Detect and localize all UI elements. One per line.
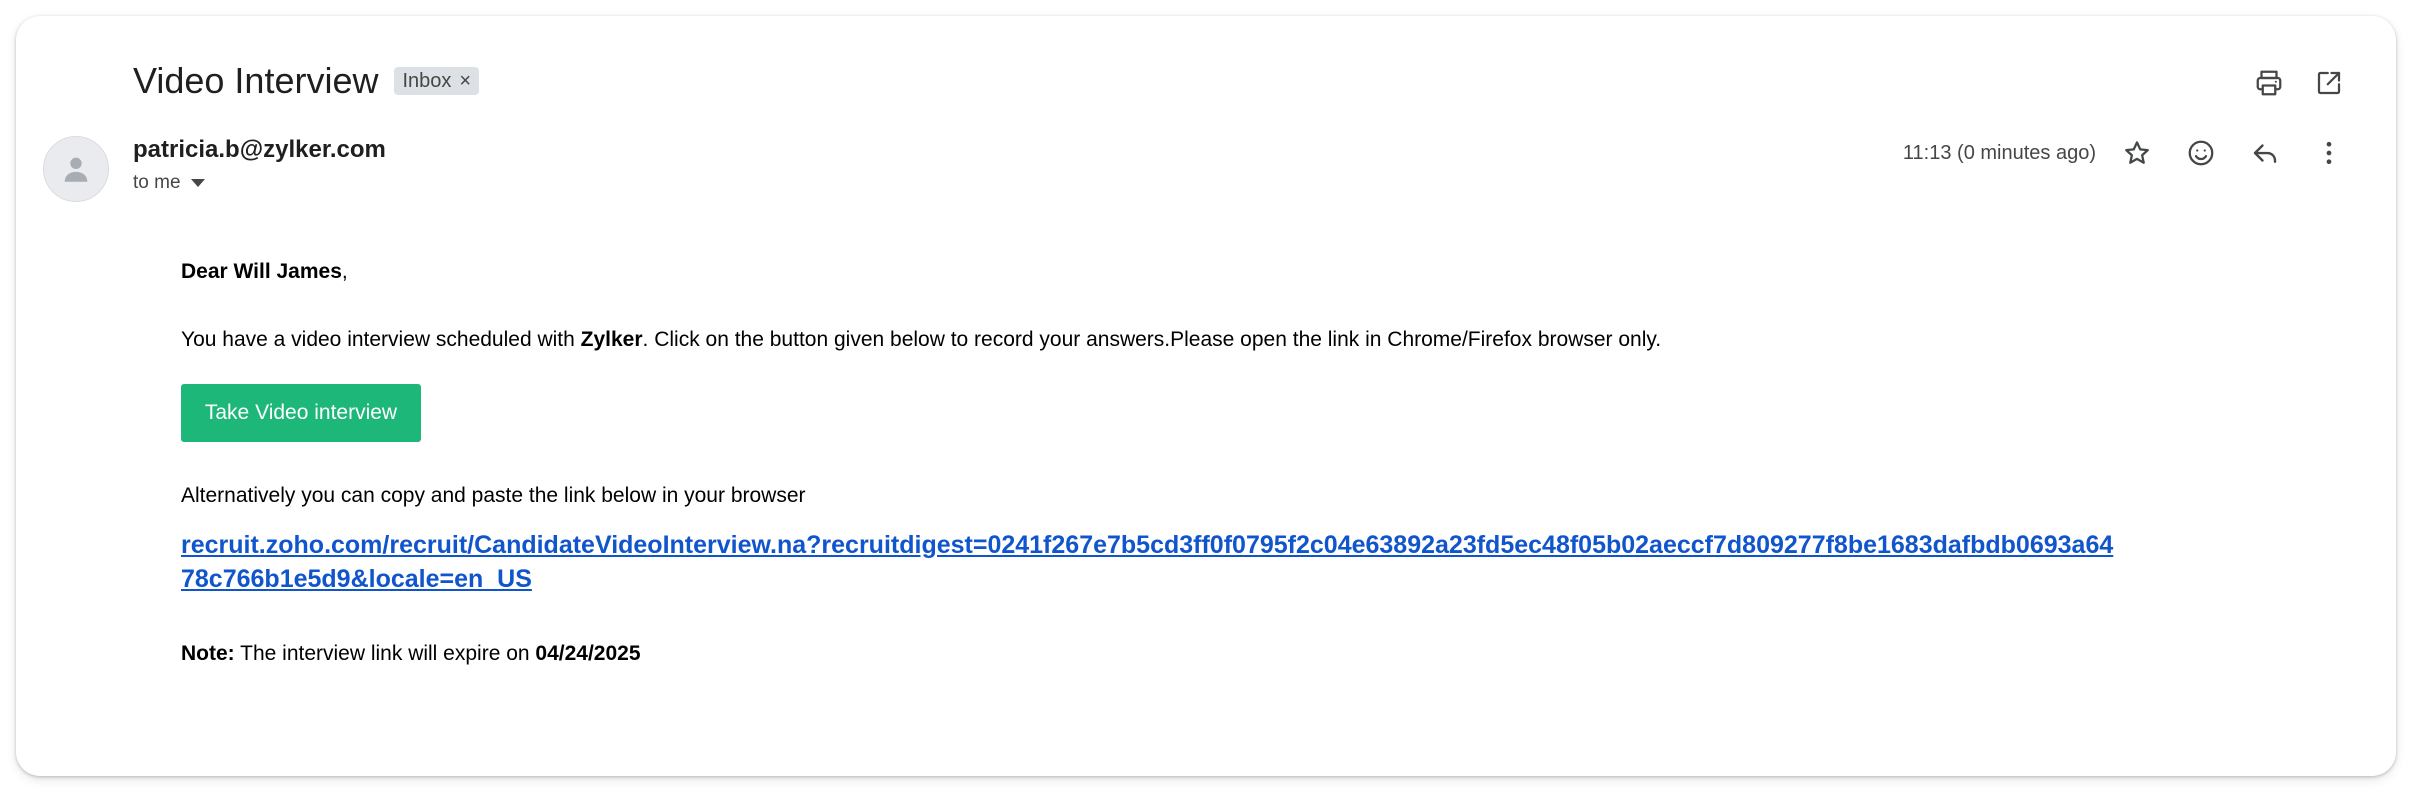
more-vert-icon[interactable] (2310, 134, 2348, 172)
message-meta: 11:13 (0 minutes ago) (1903, 134, 2348, 172)
message-actions (2118, 134, 2348, 172)
message-body: Dear Will James, You have a video interv… (181, 260, 2181, 666)
star-icon[interactable] (2118, 134, 2156, 172)
label-chip-text: Inbox (402, 69, 452, 92)
subject-row: Video Interview Inbox × (133, 60, 480, 102)
intro-prefix: You have a video interview scheduled wit… (181, 328, 581, 351)
person-icon (64, 157, 88, 182)
alternative-instructions: Alternatively you can copy and paste the… (181, 484, 806, 507)
emoji-react-icon[interactable] (2182, 134, 2220, 172)
print-icon[interactable] (2250, 64, 2288, 102)
expiry-date: 04/24/2025 (535, 642, 641, 665)
interview-link[interactable]: recruit.zoho.com/recruit/CandidateVideoI… (181, 528, 2121, 596)
reply-icon[interactable] (2246, 134, 2284, 172)
message-time: 11:13 (0 minutes ago) (1902, 141, 2096, 164)
inbox-label-chip[interactable]: Inbox × (394, 67, 480, 95)
chevron-down-icon[interactable] (190, 179, 205, 187)
sender-avatar[interactable] (43, 136, 109, 202)
intro-paragraph: You have a video interview scheduled wit… (181, 328, 2181, 352)
note-label: Note: (181, 642, 235, 665)
intro-suffix: . Click on the button given below to rec… (642, 328, 1662, 351)
open-in-new-window-icon[interactable] (2310, 64, 2348, 102)
take-video-interview-button[interactable]: Take Video interview (181, 384, 421, 442)
note-text: The interview link will expire on (234, 642, 536, 665)
recipients-text: to me (133, 172, 181, 193)
greeting-prefix: Dear (181, 260, 234, 283)
top-actions (2250, 64, 2348, 102)
recipient-name: Will James (233, 260, 342, 283)
expiry-note: Note: The interview link will expire on … (181, 642, 2181, 666)
remove-label-icon[interactable]: × (459, 70, 471, 93)
recipients-toggle[interactable]: to me (133, 172, 205, 194)
email-subject: Video Interview (133, 60, 379, 101)
greeting-suffix: , (341, 260, 348, 283)
company-name: Zylker (580, 328, 643, 351)
email-card: Video Interview Inbox × patricia.b@zylke… (16, 16, 2396, 776)
sender-email[interactable]: patricia.b@zylker.com (133, 136, 386, 164)
greeting: Dear Will James, (181, 260, 2181, 284)
